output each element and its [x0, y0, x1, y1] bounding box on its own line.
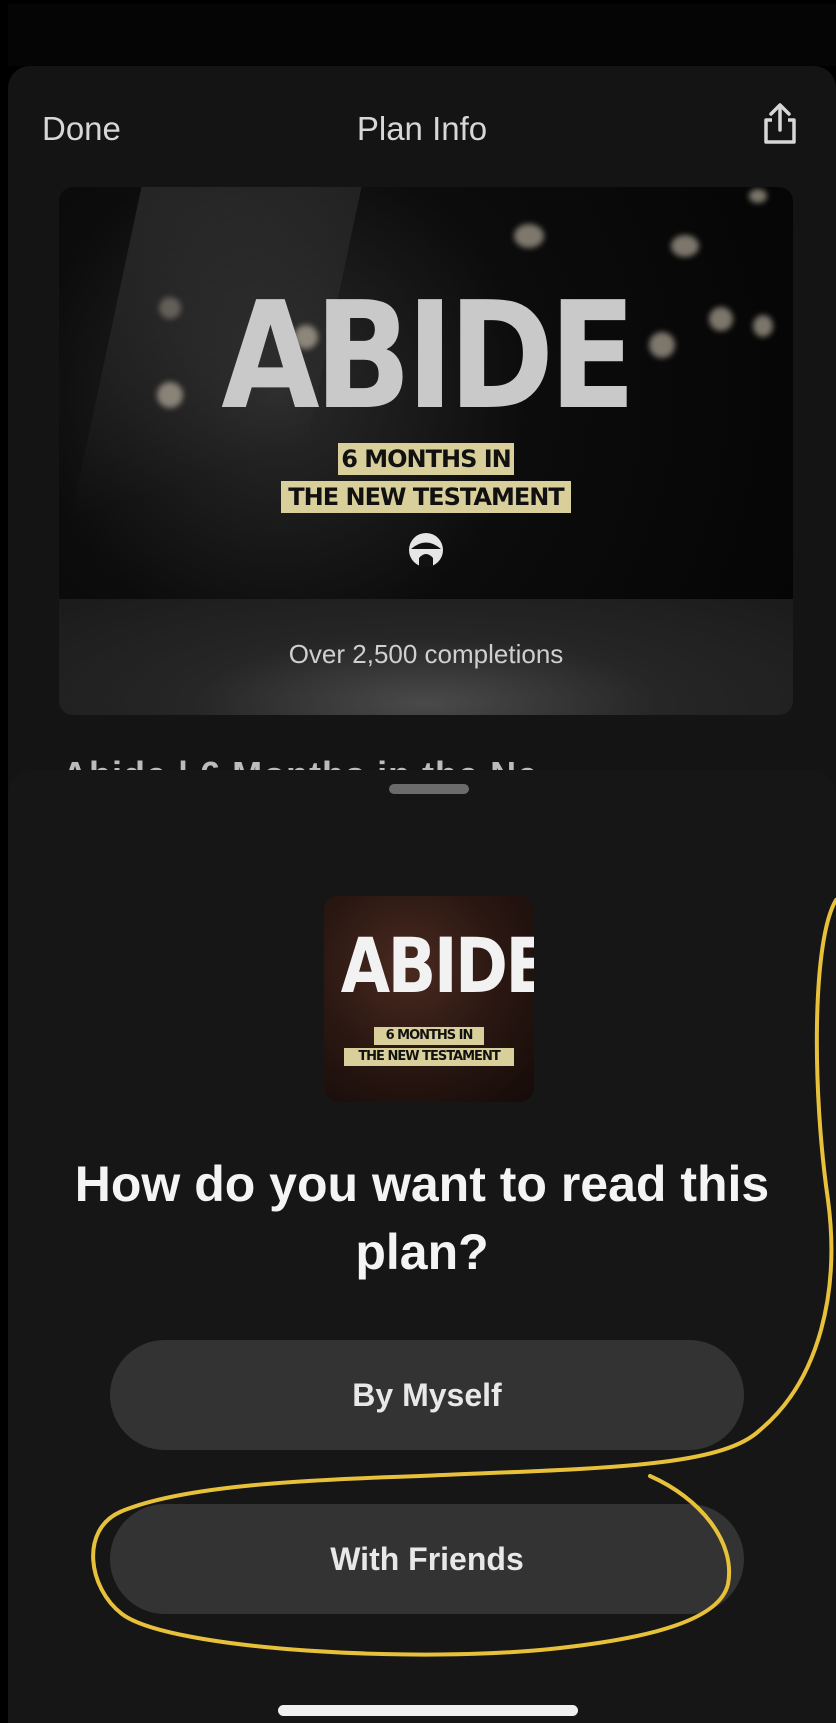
- read-plan-question: How do you want to read this plan?: [74, 1156, 770, 1280]
- home-indicator: [278, 1705, 578, 1716]
- thumbnail-tag-line2: THE NEW TESTAMENT: [344, 1048, 514, 1066]
- read-options-sheet: ABIDE 6 MONTHS IN THE NEW TESTAMENT How …: [8, 770, 836, 1723]
- thumbnail-tag-line1: 6 MONTHS IN: [374, 1027, 484, 1045]
- app-screen: Done Plan Info ABIDE 6 MONTHS IN THE NEW…: [8, 4, 836, 1723]
- plan-hero-image: ABIDE 6 MONTHS IN THE NEW TESTAMENT: [59, 187, 793, 599]
- plan-hero-card[interactable]: ABIDE 6 MONTHS IN THE NEW TESTAMENT Over…: [59, 187, 793, 715]
- nav-bar: Done Plan Info: [8, 90, 836, 160]
- church-logo-icon: [409, 533, 443, 567]
- completions-text: Over 2,500 completions: [288, 639, 564, 669]
- with-friends-button[interactable]: With Friends: [110, 1504, 744, 1614]
- bokeh-light: [749, 189, 767, 203]
- bokeh-light: [514, 224, 544, 248]
- bokeh-light: [753, 315, 773, 337]
- plan-thumbnail: ABIDE 6 MONTHS IN THE NEW TESTAMENT: [324, 896, 534, 1102]
- by-myself-button[interactable]: By Myself: [110, 1340, 744, 1450]
- hero-title: ABIDE: [221, 270, 636, 442]
- share-icon[interactable]: [758, 102, 802, 146]
- bokeh-light: [671, 235, 699, 257]
- completions-banner: Over 2,500 completions: [59, 599, 793, 715]
- thumbnail-title: ABIDE: [340, 921, 534, 1010]
- hero-tag-line2: THE NEW TESTAMENT: [281, 481, 571, 513]
- hero-tag-line1: 6 MONTHS IN: [338, 443, 514, 475]
- page-title: Plan Info: [356, 110, 488, 147]
- sheet-grabber[interactable]: [389, 784, 469, 794]
- status-bar-area: [8, 4, 836, 66]
